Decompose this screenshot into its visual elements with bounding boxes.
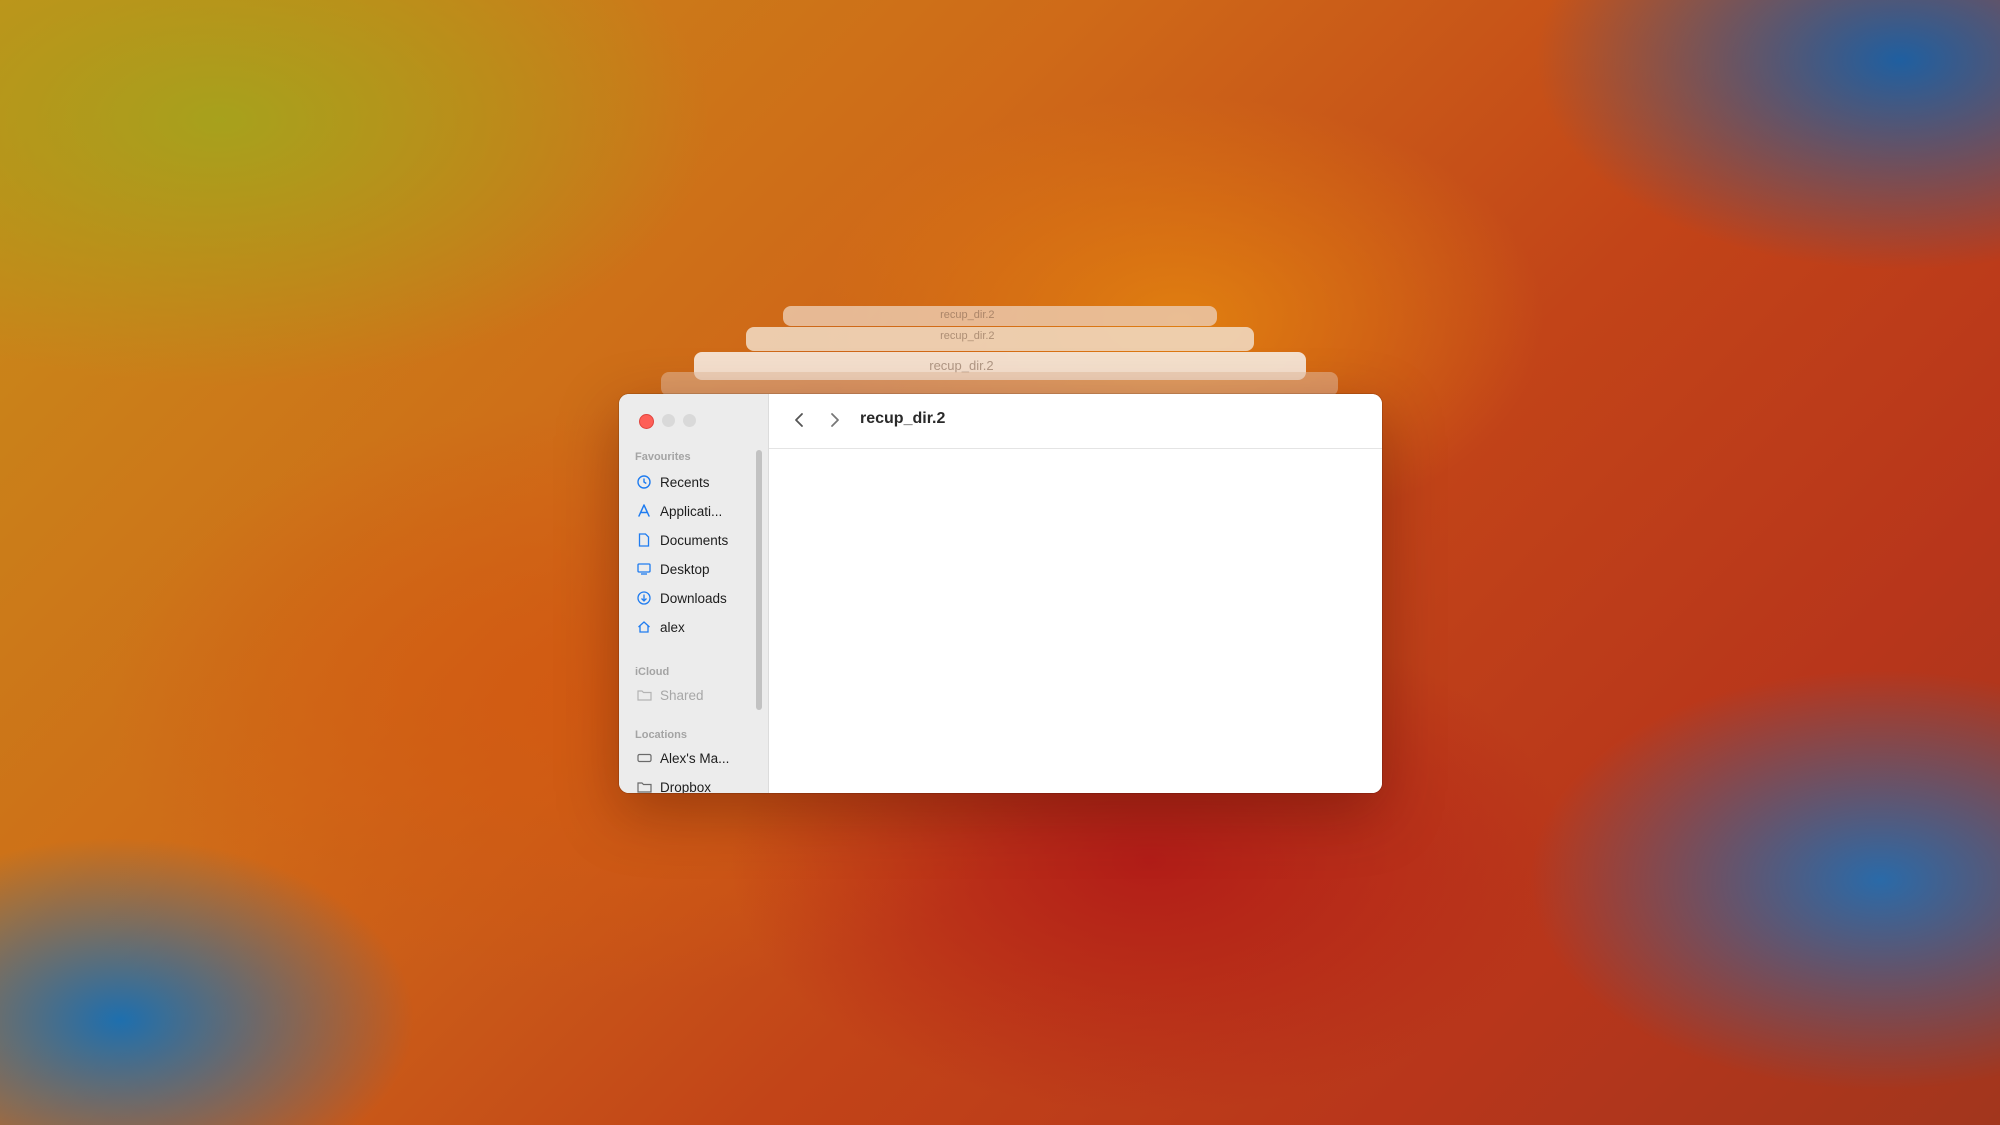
desktop-icon: [636, 561, 652, 577]
sidebar-item-dropbox[interactable]: Dropbox: [636, 776, 711, 793]
sidebar-item-label: Dropbox: [660, 779, 712, 794]
applications-icon: [636, 503, 652, 519]
ghost-window-title: recup_dir.2: [940, 330, 995, 342]
sidebar-section-locations: Locations: [635, 729, 687, 741]
sidebar-item-applications[interactable]: Applicati...: [636, 500, 722, 522]
chevron-left-icon: [795, 413, 803, 427]
chevron-right-icon: [831, 413, 839, 427]
ghost-window-title: recup_dir.2: [929, 358, 994, 373]
sidebar-section-favourites: Favourites: [635, 451, 691, 463]
ghost-window-1: [661, 372, 1338, 396]
document-icon: [636, 532, 652, 548]
sidebar-item-label: Alex's Ma...: [660, 750, 730, 766]
minimize-window-button[interactable]: [662, 414, 675, 427]
sidebar-section-icloud: iCloud: [635, 666, 670, 678]
finder-window: Favourites Recents Applicati... Document…: [619, 394, 1382, 793]
sidebar-item-label: Shared: [660, 687, 704, 703]
sidebar-item-desktop[interactable]: Desktop: [636, 558, 710, 580]
sidebar: Favourites Recents Applicati... Document…: [619, 394, 769, 793]
ghost-window-4: recup_dir.2: [783, 306, 1217, 326]
sidebar-scrollbar[interactable]: [756, 450, 762, 710]
ghost-window-title: recup_dir.2: [940, 309, 995, 321]
sidebar-item-label: alex: [660, 619, 685, 635]
download-icon: [636, 590, 652, 606]
window-title: recup_dir.2: [860, 410, 946, 427]
toolbar: recup_dir.2: [769, 394, 1382, 449]
laptop-icon: [636, 750, 652, 766]
sidebar-item-alex[interactable]: alex: [636, 616, 685, 638]
shared-folder-icon: [636, 687, 652, 703]
sidebar-item-label: Recents: [660, 474, 710, 490]
sidebar-item-label: Applicati...: [660, 503, 723, 519]
sidebar-item-downloads[interactable]: Downloads: [636, 587, 727, 609]
back-button[interactable]: [789, 408, 809, 432]
sidebar-item-recents[interactable]: Recents: [636, 471, 710, 493]
zoom-window-button[interactable]: [683, 414, 696, 427]
clock-icon: [636, 474, 652, 490]
forward-button[interactable]: [825, 408, 845, 432]
sidebar-item-shared[interactable]: Shared: [636, 684, 704, 706]
traffic-lights: [639, 414, 696, 429]
sidebar-item-documents[interactable]: Documents: [636, 529, 728, 551]
file-browser: recup_dir.2: [769, 394, 1382, 793]
ghost-window-3: recup_dir.2: [746, 327, 1254, 351]
sidebar-item-label: Documents: [660, 532, 729, 548]
sidebar-item-label: Downloads: [660, 590, 727, 606]
close-window-button[interactable]: [639, 414, 654, 429]
home-icon: [636, 619, 652, 635]
folder-icon: [636, 779, 652, 793]
sidebar-item-label: Desktop: [660, 561, 710, 577]
sidebar-item-alexs-mac[interactable]: Alex's Ma...: [636, 747, 729, 769]
